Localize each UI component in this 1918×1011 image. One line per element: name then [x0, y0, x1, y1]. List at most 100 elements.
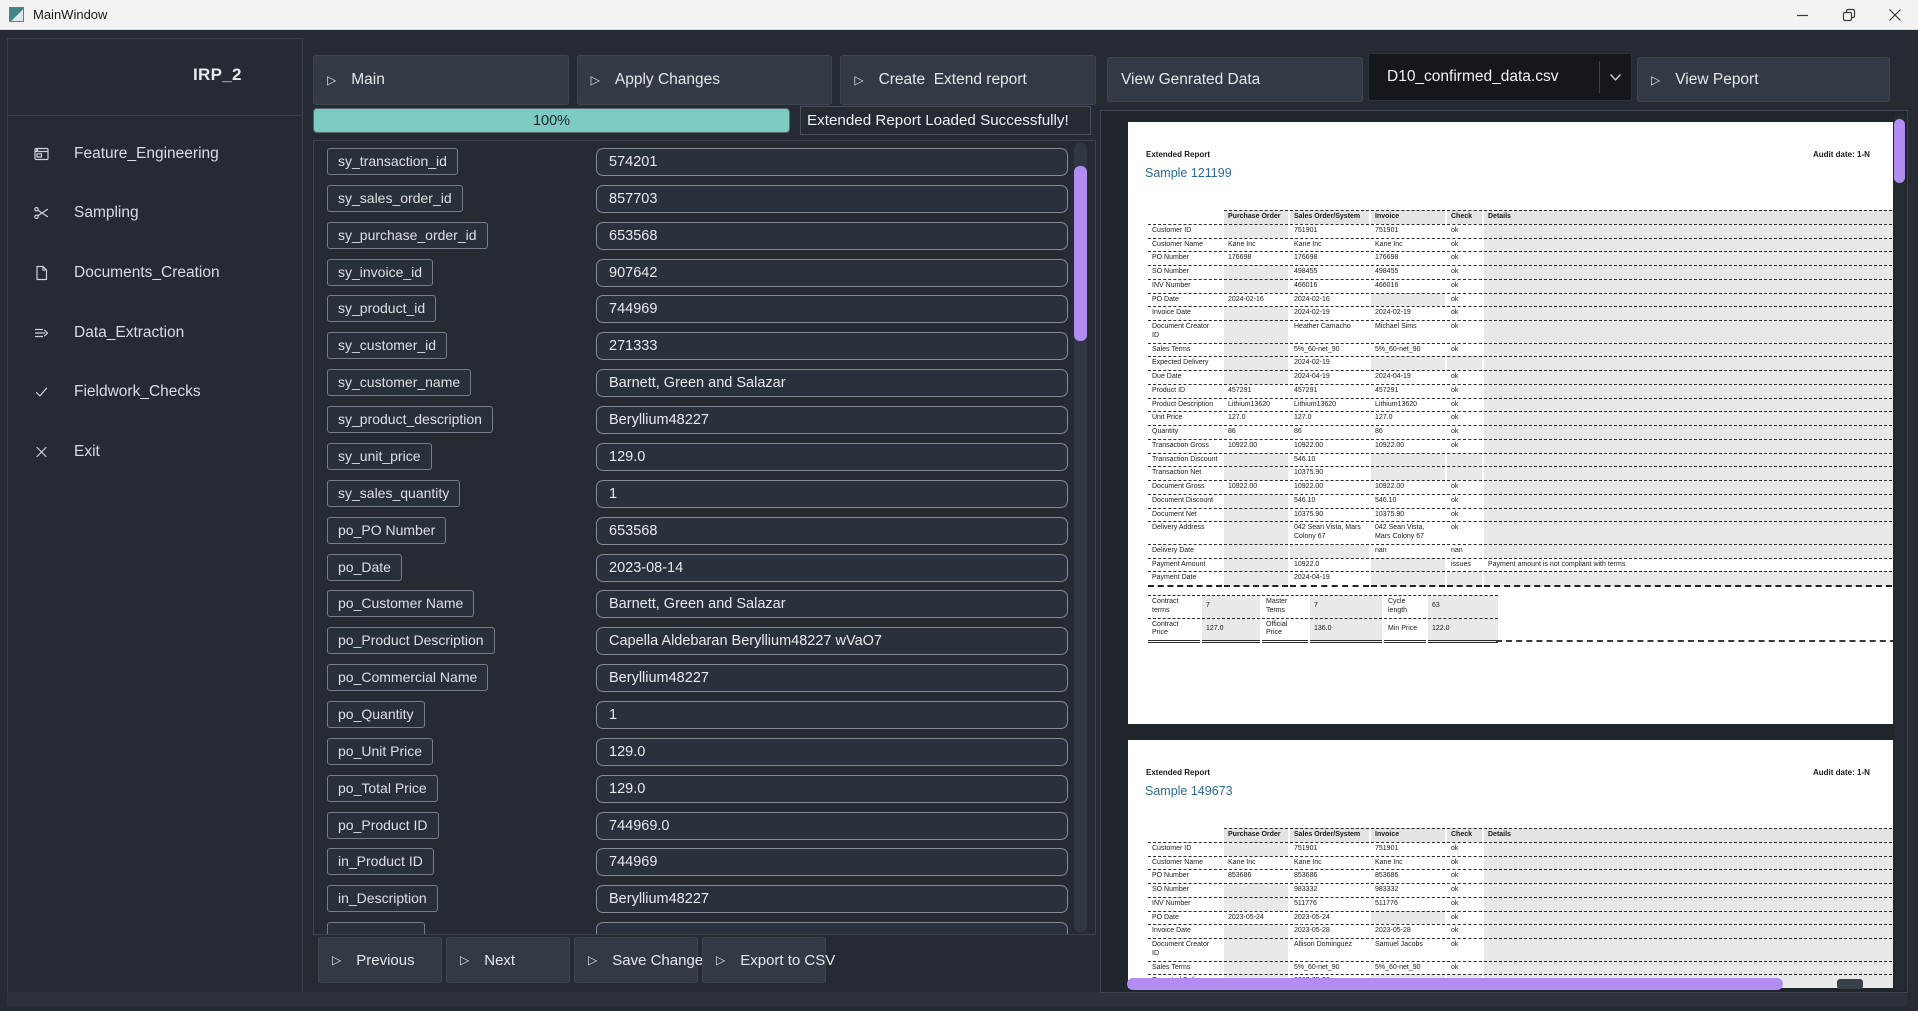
field-input-po_Product Description[interactable]	[596, 627, 1068, 655]
field-label: po_Commercial Name	[327, 664, 488, 691]
form-row: sy_sales_order_id	[314, 185, 1095, 213]
report-row: PO Number853686853686853686ok	[1148, 869, 1893, 883]
report-row: Payment Amount10922.0issuesPayment amoun…	[1148, 558, 1893, 572]
report-hscroll-corner	[1837, 979, 1863, 989]
field-label: sy_transaction_id	[327, 148, 458, 175]
field-input-sy_customer_name[interactable]	[596, 369, 1068, 397]
field-input-sy_product_description[interactable]	[596, 406, 1068, 434]
field-input-sy_transaction_id[interactable]	[596, 148, 1068, 176]
field-input-po_Commercial Name[interactable]	[596, 664, 1068, 692]
run-icon: ▷	[591, 73, 600, 87]
close-window-button[interactable]	[1872, 0, 1918, 29]
next-button[interactable]: ▷ Next	[446, 937, 570, 983]
report-row: Due Date2024-04-192024-04-19ok	[1148, 370, 1893, 384]
field-input-po_Unit Price[interactable]	[596, 738, 1068, 766]
report-vertical-scrollbar[interactable]	[1894, 113, 1905, 990]
report-header-row: Purchase OrderSales Order/SystemInvoiceC…	[1148, 210, 1893, 224]
run-icon: ▷	[854, 73, 863, 87]
apply-changes-button[interactable]: ▷ Apply Changes	[577, 55, 833, 105]
form-row: sy_unit_price	[314, 443, 1095, 471]
field-label: sy_invoice_id	[327, 259, 433, 286]
app-icon	[9, 7, 24, 22]
report-table: Purchase OrderSales Order/SystemInvoiceC…	[1146, 210, 1893, 587]
field-label: po_Quantity	[327, 701, 425, 728]
close-icon	[1887, 7, 1903, 23]
form-row: po_Customer Name	[314, 590, 1095, 618]
sidebar-nav: Feature_Engineering Sampling Documents_C…	[8, 124, 302, 482]
report-row: Transaction Discount546.10	[1148, 453, 1893, 467]
form-row: po_Total Price	[314, 775, 1095, 803]
report-preview-panel: Extended Report Audit date: 1-N Sample 1…	[1100, 110, 1908, 993]
field-input-po_Product ID[interactable]	[596, 812, 1068, 840]
field-input-sy_sales_order_id[interactable]	[596, 185, 1068, 213]
field-input-po_Total Price[interactable]	[596, 775, 1068, 803]
progress-label: 100%	[533, 113, 570, 129]
field-label: sy_sales_order_id	[327, 185, 463, 212]
create-extend-report-button[interactable]: ▷ Create Extend report	[840, 55, 1096, 105]
window-icon	[33, 145, 53, 162]
run-icon: ▷	[1651, 73, 1660, 87]
sidebar-item-exit[interactable]: Exit	[8, 422, 302, 482]
field-label: in_Product ID	[327, 848, 434, 875]
field-label: sy_sales_quantity	[327, 480, 460, 507]
save-changes-button[interactable]: ▷ Save Changes	[574, 937, 698, 983]
form-row: po_Commercial Name	[314, 664, 1095, 692]
sidebar-item-data_extraction[interactable]: Data_Extraction	[8, 303, 302, 363]
field-input-in_Product ID[interactable]	[596, 848, 1068, 876]
export-csv-button[interactable]: ▷ Export to CSV	[702, 937, 826, 983]
field-input-sy_unit_price[interactable]	[596, 443, 1068, 471]
form-scrollbar[interactable]	[1074, 143, 1087, 932]
sidebar-item-fieldwork_checks[interactable]: Fieldwork_Checks	[8, 362, 302, 422]
field-input-po_Customer Name[interactable]	[596, 590, 1068, 618]
check-icon	[33, 384, 53, 401]
close-icon	[33, 443, 53, 460]
report-hscroll-thumb[interactable]	[1127, 978, 1783, 990]
form-scrollbar-thumb[interactable]	[1074, 166, 1087, 341]
form-row: po_Product ID	[314, 812, 1095, 840]
form-row	[314, 922, 1095, 935]
minimize-button[interactable]	[1780, 0, 1826, 29]
view-generated-data-button[interactable]: View Genrated Data	[1107, 57, 1363, 102]
contract-row: Contract terms7Master Terms7Cycle length…	[1148, 595, 1498, 618]
field-input-sy_customer_id[interactable]	[596, 332, 1068, 360]
field-input-partial[interactable]	[596, 922, 1068, 935]
report-row: Delivery Address042 Sean Vista, Mars Col…	[1148, 521, 1893, 544]
window-bottom-strip	[7, 992, 1907, 1006]
view-report-button[interactable]: ▷ View Peport	[1637, 57, 1890, 102]
restore-button[interactable]	[1826, 0, 1872, 29]
field-input-po_Quantity[interactable]	[596, 701, 1068, 729]
previous-button[interactable]: ▷ Previous	[318, 937, 442, 983]
field-input-in_Description[interactable]	[596, 885, 1068, 913]
report-vscroll-thumb[interactable]	[1894, 119, 1905, 183]
field-label: sy_customer_id	[327, 332, 447, 359]
field-input-sy_product_id[interactable]	[596, 295, 1068, 323]
field-input-sy_purchase_order_id[interactable]	[596, 222, 1068, 250]
file-select-dropdown[interactable]: D10_confirmed_data.csv	[1368, 53, 1632, 101]
form-row: sy_sales_quantity	[314, 480, 1095, 508]
report-row: Document Net10375.9010375.90ok	[1148, 508, 1893, 522]
field-input-po_Date[interactable]	[596, 554, 1068, 582]
report-horizontal-scrollbar[interactable]	[1103, 978, 1891, 990]
sidebar-item-sampling[interactable]: Sampling	[8, 184, 302, 244]
field-label: in_Description	[327, 885, 438, 912]
field-label: sy_product_id	[327, 295, 436, 322]
report-row: INV Number511776511776ok	[1148, 897, 1893, 911]
run-icon: ▷	[460, 953, 469, 967]
sidebar-item-documents_creation[interactable]: Documents_Creation	[8, 243, 302, 303]
report-table: Purchase OrderSales Order/SystemInvoiceC…	[1146, 828, 1893, 988]
audit-date-label: Audit date: 1-N	[1813, 768, 1870, 777]
chevron-down-icon	[1599, 61, 1631, 93]
field-input-po_PO Number[interactable]	[596, 517, 1068, 545]
report-row: PO Date2024-02-162024-02-16ok	[1148, 293, 1893, 307]
form-row: po_Product Description	[314, 627, 1095, 655]
form-row: po_PO Number	[314, 517, 1095, 545]
sidebar-item-feature_engineering[interactable]: Feature_Engineering	[8, 124, 302, 184]
field-input-sy_invoice_id[interactable]	[596, 259, 1068, 287]
app-title: IRP_2	[193, 65, 242, 85]
main-toolbar: ▷ Main ▷ Apply Changes ▷ Create Extend r…	[313, 55, 1096, 105]
document-icon	[33, 264, 53, 281]
field-input-sy_sales_quantity[interactable]	[596, 480, 1068, 508]
audit-date-label: Audit date: 1-N	[1813, 150, 1870, 159]
report-row: INV Number466016466016ok	[1148, 279, 1893, 293]
main-button[interactable]: ▷ Main	[313, 55, 569, 105]
